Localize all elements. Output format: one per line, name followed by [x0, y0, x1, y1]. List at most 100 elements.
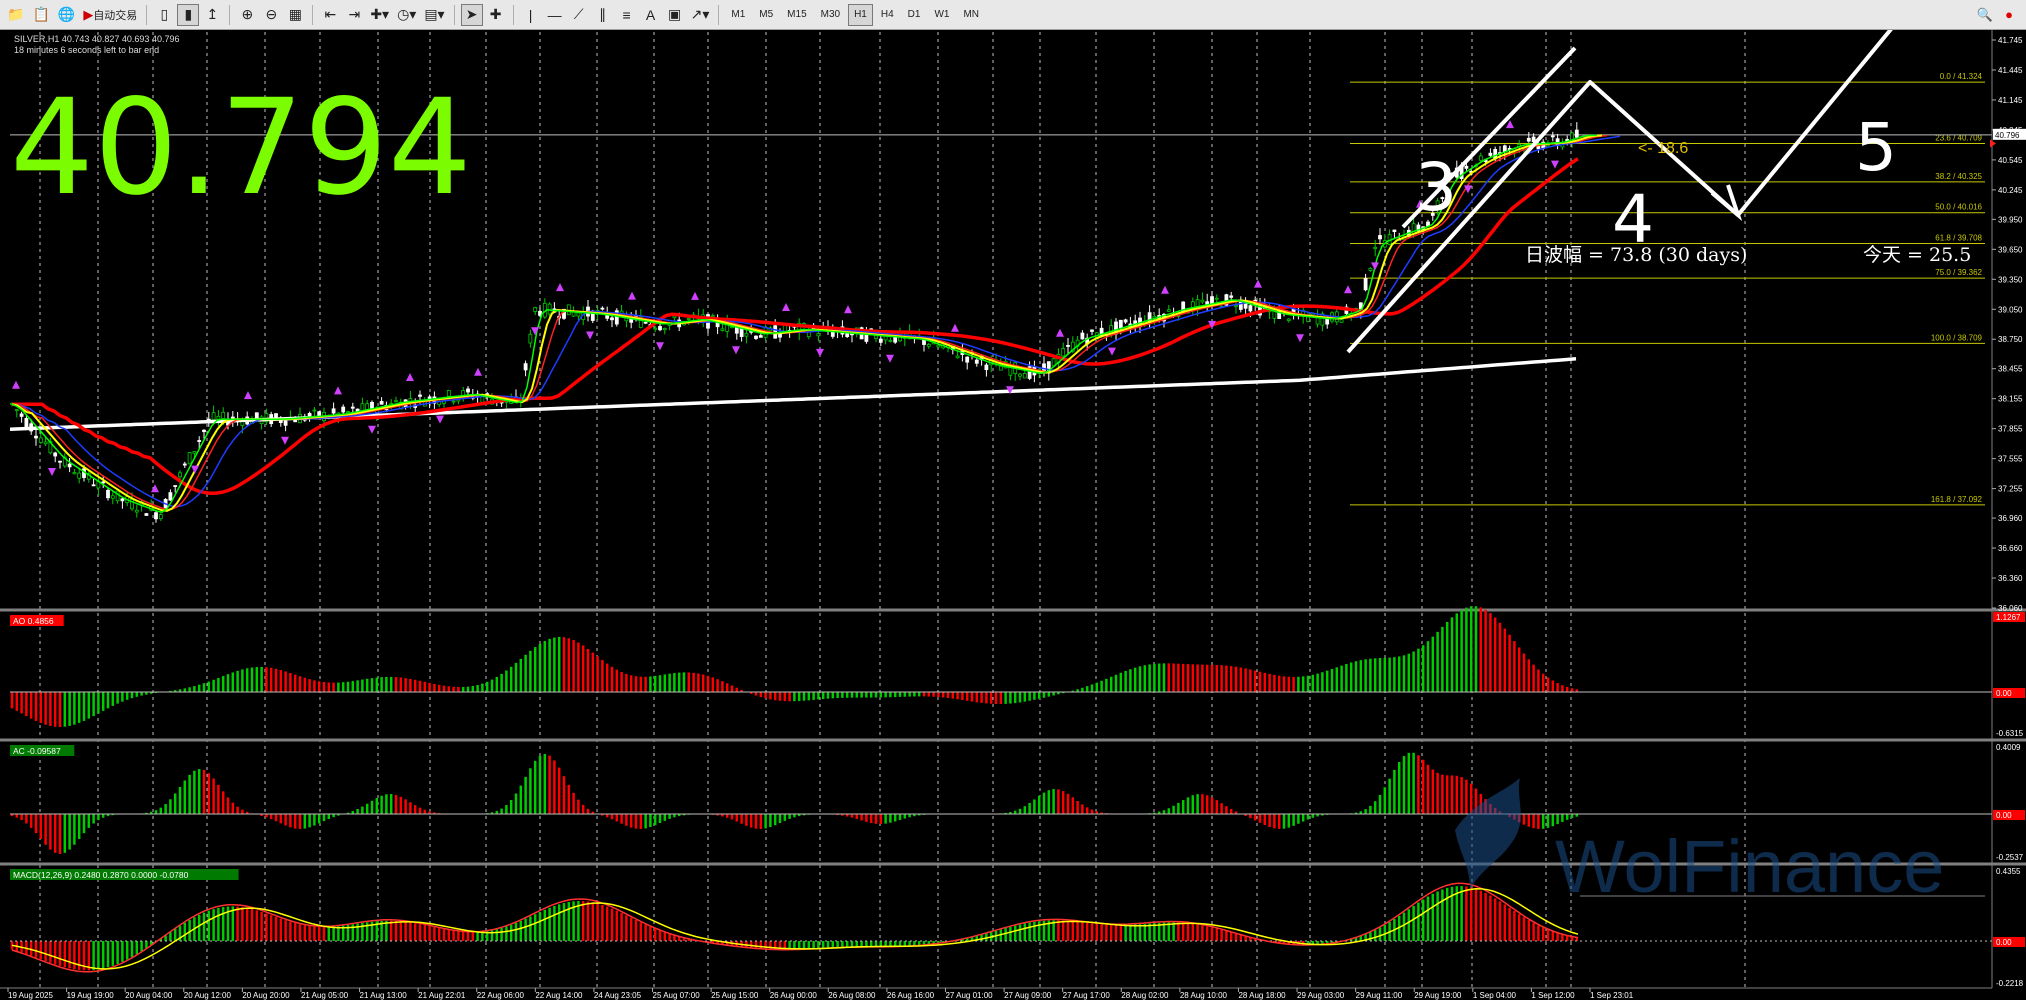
- timeframe-w1[interactable]: W1: [928, 4, 955, 26]
- bar-chart-icon[interactable]: ▯: [153, 4, 175, 26]
- time-axis-label: 28 Aug 18:00: [1238, 991, 1286, 1000]
- chart-area[interactable]: 0.0 / 41.32423.6 / 40.70938.2 / 40.32550…: [0, 30, 2026, 1000]
- candle-body: [1488, 152, 1493, 156]
- timeframe-m15[interactable]: M15: [781, 4, 812, 26]
- candle-body: [91, 484, 96, 487]
- fib-level-label: 75.0 / 39.362: [1935, 268, 1982, 277]
- arrows-icon[interactable]: ↗▾: [688, 4, 713, 26]
- auto-trading-button[interactable]: ▶ 自动交易: [80, 4, 140, 26]
- daily-range-annotation: 日波幅 = 73.8 (30 days): [1525, 244, 1747, 266]
- candle-body: [878, 338, 883, 343]
- timeframe-m5[interactable]: M5: [753, 4, 779, 26]
- fib-level-label: 50.0 / 40.016: [1935, 203, 1982, 212]
- candle-body: [744, 333, 749, 337]
- candle-body: [658, 326, 662, 331]
- timeframe-mn[interactable]: MN: [957, 4, 985, 26]
- candle-body: [662, 327, 667, 331]
- fib-level-label: 100.0 / 38.709: [1931, 333, 1983, 342]
- candle-body: [221, 411, 226, 419]
- time-axis-label: 22 Aug 14:00: [535, 991, 583, 1000]
- time-axis-label: 26 Aug 08:00: [828, 991, 876, 1000]
- candle-body: [1526, 137, 1531, 142]
- candle-body: [1229, 295, 1234, 298]
- vertical-line-icon[interactable]: |: [520, 4, 542, 26]
- chart-shift-icon[interactable]: ⇤: [319, 4, 341, 26]
- candle-body: [110, 495, 115, 499]
- big-price-display: 40.794: [10, 71, 472, 225]
- notification-icon[interactable]: ●: [1998, 4, 2020, 26]
- tile-windows-icon[interactable]: ▦: [284, 4, 306, 26]
- toolbar-separator: [453, 4, 455, 25]
- text-label-icon[interactable]: ▣: [664, 4, 686, 26]
- candle-body: [451, 400, 456, 403]
- search-icon[interactable]: 🔍: [1974, 4, 1996, 26]
- indicator-label-text: AO 0.4856: [13, 616, 54, 626]
- equidistant-channel-icon[interactable]: ∥: [592, 4, 614, 26]
- zoom-in-icon[interactable]: ⊕: [236, 4, 258, 26]
- candle-body: [1214, 297, 1219, 300]
- candle-body: [312, 409, 317, 412]
- indicators-icon[interactable]: ✚▾: [367, 4, 392, 26]
- today-range-annotation: 今天 = 25.5: [1863, 244, 1971, 266]
- market-watch-icon[interactable]: 🌐: [55, 4, 78, 26]
- candle-body: [446, 390, 451, 397]
- candle-body: [1478, 155, 1483, 161]
- open-folder-icon[interactable]: 📁: [4, 4, 27, 26]
- time-axis-label: 29 Aug 19:00: [1414, 991, 1462, 1000]
- indicator-label-ao: AO 0.4856: [10, 615, 64, 626]
- time-axis-label: 25 Aug 07:00: [653, 991, 701, 1000]
- candle-body: [418, 394, 422, 397]
- fib-level-label: 0.0 / 41.324: [1940, 72, 1983, 81]
- candle-body: [197, 440, 202, 442]
- fibonacci-icon[interactable]: ≡: [616, 4, 638, 26]
- fib-level-label: 38.2 / 40.325: [1935, 172, 1982, 181]
- candlestick-icon[interactable]: ▮: [177, 3, 200, 26]
- cursor-icon[interactable]: ➤: [460, 3, 483, 26]
- candle-body: [998, 365, 1003, 371]
- profiles-icon[interactable]: 📋: [29, 4, 52, 26]
- text-tool-icon[interactable]: A: [640, 4, 662, 26]
- candle-body: [816, 333, 821, 337]
- timeframe-m30[interactable]: M30: [815, 4, 846, 26]
- candle-body: [1363, 278, 1368, 291]
- time-axis-label: 1 Sep 12:00: [1531, 991, 1575, 1000]
- candle-body: [341, 406, 346, 413]
- candle-body: [547, 303, 552, 315]
- horizontal-line-icon[interactable]: —: [544, 4, 566, 26]
- candle-body: [101, 481, 106, 484]
- timeframe-d1[interactable]: D1: [902, 4, 927, 26]
- candle-body: [394, 400, 398, 403]
- price-axis-label: 40.545: [1998, 156, 2023, 165]
- candle-body: [754, 335, 758, 339]
- price-axis-label: 39.050: [1998, 305, 2023, 314]
- price-axis-label: 37.555: [1998, 455, 2023, 464]
- price-axis-label: 39.650: [1998, 245, 2023, 254]
- candle-body: [283, 420, 288, 426]
- candle-body: [134, 509, 139, 513]
- zoom-out-icon[interactable]: ⊖: [260, 4, 282, 26]
- timeframe-m1[interactable]: M1: [725, 4, 751, 26]
- price-axis-label: 37.255: [1998, 485, 2023, 494]
- price-axis-label: 38.455: [1998, 365, 2023, 374]
- candle-body: [955, 355, 960, 359]
- timeframe-h1[interactable]: H1: [848, 3, 873, 26]
- autoscroll-icon[interactable]: ⇥: [343, 4, 365, 26]
- indicator-label-text: AC -0.09587: [13, 746, 61, 756]
- crosshair-icon[interactable]: ✚: [485, 4, 507, 26]
- toolbar-separator: [312, 4, 314, 25]
- candle-body: [211, 412, 216, 421]
- time-axis-label: 26 Aug 00:00: [770, 991, 818, 1000]
- time-axis-label: 26 Aug 16:00: [887, 991, 935, 1000]
- candle-body: [720, 328, 725, 331]
- templates-icon[interactable]: ▤▾: [421, 4, 447, 26]
- candle-body: [1061, 348, 1066, 357]
- periods-icon[interactable]: ◷▾: [394, 4, 419, 26]
- line-chart-icon[interactable]: ↥: [201, 4, 223, 26]
- auto-trading-icon: ▶: [83, 6, 94, 22]
- toolbar-separator: [146, 4, 148, 25]
- pane-axis-value: 0.00: [1996, 811, 2012, 820]
- candle-body: [43, 441, 48, 445]
- trendline-icon[interactable]: ⟋: [568, 4, 590, 26]
- timeframe-h4[interactable]: H4: [875, 4, 900, 26]
- candle-body: [926, 344, 931, 347]
